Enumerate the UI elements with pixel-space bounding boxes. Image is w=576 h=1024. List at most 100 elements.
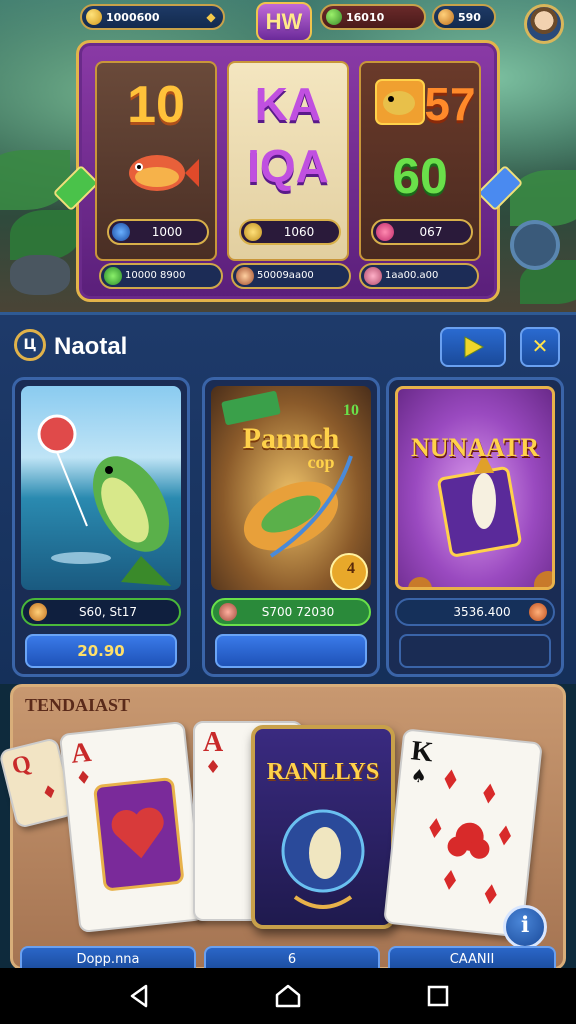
- reel-title: 57: [424, 78, 476, 130]
- card-art: NUNAATR: [395, 386, 555, 590]
- card-value: S700 72030: [211, 598, 371, 626]
- leaf-decoration: [510, 170, 576, 226]
- table-title: TENDAIAST: [25, 695, 131, 715]
- card-value: S60, St17: [21, 598, 181, 626]
- home-icon[interactable]: [274, 982, 302, 1010]
- slot-machine: 10 1000 KA IQA 1060 57 60 067 10000 8900…: [52, 40, 524, 302]
- game-card-3[interactable]: NUNAATR 3536.400: [386, 377, 564, 677]
- reel-title: 10: [127, 76, 185, 134]
- bottom-tab-label: CAANII: [449, 952, 495, 967]
- chip-icon: [376, 223, 394, 241]
- coin-icon: [29, 603, 47, 621]
- card-art: Pannch cop 10 4: [211, 386, 371, 590]
- card-action-button[interactable]: [399, 634, 551, 668]
- playing-card-ace[interactable]: A ♦: [58, 720, 206, 934]
- jungle-scene: 1000600 ◆ HW 16010 590 10 1000 KA IQA 10…: [0, 0, 576, 312]
- wizard-icon: [408, 453, 552, 587]
- top-resource-bar: 1000600 ◆ HW 16010 590: [80, 2, 500, 42]
- chest-icon: [438, 9, 454, 25]
- card-badge: 10: [343, 402, 359, 419]
- leaf-decoration: [10, 210, 80, 260]
- feature-card[interactable]: RANLLYS: [251, 725, 395, 929]
- system-nav-bar: [0, 968, 576, 1024]
- game-card-1[interactable]: S60, St17 20.90: [12, 377, 190, 677]
- reel-subtitle: IQA: [247, 140, 329, 192]
- card-value-text: 3536.400: [453, 605, 511, 619]
- leaf-decoration: [0, 150, 70, 210]
- stat-pill: 50009aa00: [231, 263, 351, 289]
- card-art: [21, 386, 181, 590]
- feature-card-title: RANLLYS: [266, 759, 380, 785]
- spiral-stone: [510, 220, 560, 270]
- panel-header: Ц Naotal ✕: [12, 327, 564, 367]
- balance-pill-3[interactable]: 590: [432, 4, 496, 30]
- reel-value: 1000: [107, 219, 209, 245]
- coin-stack-icon: [244, 223, 262, 241]
- card-rank: A: [69, 736, 93, 770]
- bottom-tabs: Dopp.nna 6 CAANII: [8, 946, 568, 972]
- card-action-button[interactable]: 20.90: [25, 634, 177, 668]
- card-value: 3536.400: [395, 598, 555, 626]
- close-icon: ✕: [531, 334, 549, 358]
- gem-icon: [326, 9, 342, 25]
- reel-title: KA: [254, 78, 322, 130]
- play-icon: [464, 336, 485, 358]
- stat-pill: 10000 8900: [99, 263, 223, 289]
- balance-pill-1[interactable]: 1000600 ◆: [80, 4, 225, 30]
- reel-value-text: 1060: [283, 225, 315, 239]
- bag-icon: [236, 267, 254, 285]
- card-value-text: S60, St17: [78, 605, 138, 619]
- chip-icon: [364, 267, 382, 285]
- reel-subtitle: 60: [392, 148, 448, 204]
- stat-value: 10000 8900: [125, 270, 186, 281]
- back-icon[interactable]: [126, 982, 154, 1010]
- coin-badge: 4: [347, 560, 355, 577]
- card-action-button[interactable]: [215, 634, 367, 668]
- reel-value-text: 1000: [151, 225, 183, 239]
- diamond-suit-icon: ♦: [205, 757, 222, 778]
- rock: [10, 255, 70, 295]
- card-rank: Q: [9, 750, 34, 781]
- dragon-icon: [281, 809, 365, 909]
- slot-stats: 10000 8900 50009aa00 1aa00.a00: [93, 263, 485, 291]
- reel-value-text: 067: [419, 225, 443, 239]
- card-art-title: Pannch: [242, 422, 340, 455]
- stat-pill: 1aa00.a00: [359, 263, 479, 289]
- coin-icon: [86, 9, 102, 25]
- jumping-fish-icon: [37, 414, 171, 586]
- card-rank: A: [203, 727, 224, 758]
- info-icon: ℹ: [520, 913, 530, 938]
- reel-value: 1060: [239, 219, 341, 245]
- player-avatar[interactable]: [524, 4, 564, 44]
- stat-value: 50009aa00: [257, 270, 314, 281]
- fish-icon: [129, 155, 199, 191]
- reel-2: KA IQA 1060: [227, 61, 349, 261]
- reel-1: 10 1000: [95, 61, 217, 261]
- card-art-title: NUNAATR: [410, 433, 540, 462]
- chip-icon: [104, 267, 122, 285]
- reel-3: 57 60 067: [359, 61, 481, 261]
- diamond-icon: ◆: [206, 10, 216, 24]
- card-table: TENDAIAST Q ♦ A ♦ A ♦ RANLLYS K ♠ ℹ: [0, 684, 566, 970]
- balance-pill-2[interactable]: 16010: [320, 4, 426, 30]
- reel-value: 067: [371, 219, 473, 245]
- panel-title: Naotal: [54, 333, 128, 360]
- stat-value: 1aa00.a00: [385, 270, 439, 281]
- recents-icon[interactable]: [424, 982, 452, 1010]
- balance-value: 16010: [346, 10, 385, 24]
- game-card-2[interactable]: Pannch cop 10 4 S700 72030: [202, 377, 380, 677]
- card-value-text: S700 72030: [261, 605, 335, 619]
- diamond-suit-icon: ♦: [39, 780, 61, 805]
- gem-icon: [219, 603, 237, 621]
- balance-value: 1000600: [106, 10, 160, 24]
- info-button[interactable]: ℹ: [503, 905, 547, 949]
- panel-icon: Ц: [14, 329, 46, 361]
- card-art-subtitle: cop: [307, 452, 335, 472]
- games-panel: Ц Naotal ✕ S60, St17 20.90 Pannch cop 10…: [0, 312, 576, 684]
- close-button[interactable]: ✕: [520, 327, 560, 367]
- play-button[interactable]: [440, 327, 506, 367]
- game-logo: HW: [256, 2, 312, 42]
- ornate-heart-icon: [93, 777, 184, 891]
- chip-icon: [112, 223, 130, 241]
- coin-icon: [529, 603, 547, 621]
